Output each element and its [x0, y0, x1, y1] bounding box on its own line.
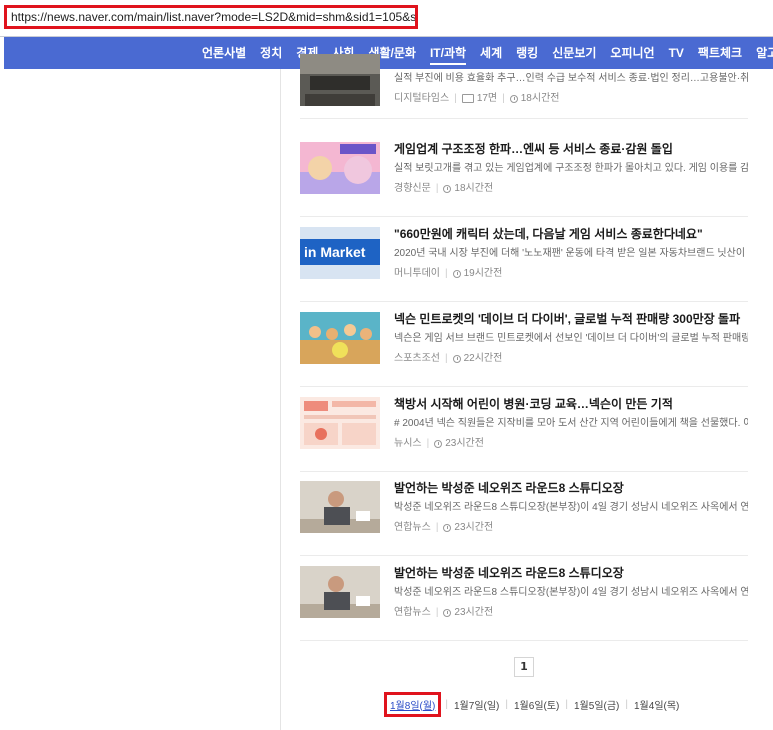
article-item[interactable]: 넥슨 민트로켓의 '데이브 더 다이버', 글로벌 누적 판매량 300만장 돌… [300, 312, 748, 387]
article-title[interactable]: 책방서 시작해 어린이 병원·코딩 교육…넥슨이 만든 기적 [394, 397, 748, 411]
article-time: 22시간전 [463, 353, 503, 364]
article-source[interactable]: 뉴시스 [394, 437, 422, 450]
article-item[interactable]: 게임업계 구조조정 한파…엔씨 등 서비스 종료·감원 돌입실적 보릿고개를 겪… [300, 142, 748, 217]
article-lede[interactable]: 넥슨은 게임 서브 브랜드 민트로켓에서 선보인 '데이브 더 다이버'의 글로… [394, 332, 748, 345]
article-thumbnail[interactable] [300, 481, 380, 533]
clock-icon [443, 184, 452, 193]
clock-icon [434, 439, 443, 448]
article-time: 23시간전 [454, 607, 494, 618]
clock-icon [443, 608, 452, 617]
nav-item[interactable]: 정치 [260, 37, 282, 69]
article-meta: 연합뉴스 | 23시간전 [394, 606, 493, 619]
article-lede[interactable]: # 2004년 넥슨 직원들은 지작비를 모아 도서 산간 지역 어린이들에게 … [394, 417, 748, 430]
article-source[interactable]: 연합뉴스 [394, 606, 431, 619]
article-meta: 스포츠조선 | 22시간전 [394, 352, 502, 365]
article-lede[interactable]: 실적 보릿고개를 겪고 있는 게임업계에 구조조정 한파가 몰아치고 있다. 게… [394, 162, 748, 175]
article-thumbnail[interactable] [300, 566, 380, 618]
article-time: 18시간전 [454, 183, 494, 194]
nav-item[interactable]: 언론사별 [202, 37, 246, 69]
meta-divider: | [435, 607, 439, 618]
article-title[interactable]: 발언하는 박성준 네오위즈 라운드8 스튜디오장 [394, 481, 748, 495]
article-meta: 머니투데이 | 19시간전 [394, 267, 502, 280]
article-item[interactable]: 책방서 시작해 어린이 병원·코딩 교육…넥슨이 만든 기적 # 2004년 넥슨… [300, 397, 748, 472]
article-meta: 연합뉴스 | 23시간전 [394, 521, 493, 534]
meta-divider: | [435, 183, 439, 194]
article-source[interactable]: 머니투데이 [394, 267, 440, 280]
meta-divider: | [445, 353, 448, 364]
nav-item[interactable]: 알고 [756, 37, 773, 69]
article-lede[interactable]: 2020년 국내 시장 부진에 더해 '노노재팬' 운동에 타격 받은 일본 자… [394, 247, 748, 260]
column-divider [280, 69, 281, 730]
article-time: 23시간전 [454, 522, 494, 533]
newspaper-icon [461, 94, 474, 103]
article-thumbnail[interactable] [300, 397, 380, 449]
article-thumbnail[interactable] [300, 54, 380, 106]
article-item[interactable]: 발언하는 박성준 네오위즈 라운드8 스튜디오장박성준 네오위즈 라운드8 스튜… [300, 481, 748, 556]
article-lede[interactable]: 박성준 네오위즈 라운드8 스튜디오장(본부장)이 4일 경기 성남시 네오위즈… [394, 586, 748, 599]
article-source[interactable]: 경향신문 [394, 182, 431, 195]
date-link[interactable]: 1월4일(목) [628, 697, 685, 712]
article-lede[interactable]: 박성준 네오위즈 라운드8 스튜디오장(본부장)이 4일 경기 성남시 네오위즈… [394, 501, 748, 514]
browser-address-bar: https://news.naver.com/main/list.naver?m… [0, 0, 773, 37]
meta-divider: | [502, 93, 505, 104]
article-meta: 뉴시스 | 23시간전 [394, 437, 484, 450]
meta-divider: | [445, 268, 448, 279]
article-item[interactable]: 실적 부진에 비용 효율화 추구…인력 수급 보수적 서비스 종료·법인 정리…… [300, 54, 748, 119]
article-thumbnail[interactable] [300, 312, 380, 364]
thumbnail-text: in Market [304, 244, 366, 260]
article-meta: 경향신문 | 18시간전 [394, 182, 493, 195]
clock-icon [509, 94, 518, 103]
date-link[interactable]: 1월7일(일) [448, 697, 505, 712]
article-page-info: 17면 [476, 93, 498, 104]
article-time: 23시간전 [445, 438, 484, 449]
article-item[interactable]: 발언하는 박성준 네오위즈 라운드8 스튜디오장박성준 네오위즈 라운드8 스튜… [300, 566, 748, 641]
article-lede[interactable]: 실적 부진에 비용 효율화 추구…인력 수급 보수적 서비스 종료·법인 정리…… [394, 72, 748, 85]
article-thumbnail[interactable] [300, 142, 380, 194]
article-meta: 디지털타임스 | 17면 | 18시간전 [394, 92, 559, 105]
clock-icon [443, 523, 452, 532]
article-title[interactable]: 게임업계 구조조정 한파…엔씨 등 서비스 종료·감원 돌입 [394, 142, 748, 156]
meta-divider: | [435, 522, 439, 533]
meta-divider: | [454, 93, 457, 104]
article-item[interactable]: in Market "660만원에 캐릭터 샀는데, 다음날 게임 서비스 종료한… [300, 227, 748, 302]
meta-divider: | [426, 438, 430, 449]
article-title[interactable]: 발언하는 박성준 네오위즈 라운드8 스튜디오장 [394, 566, 748, 580]
article-time: 19시간전 [463, 268, 503, 279]
date-link-current[interactable]: 1월8일(월) [384, 691, 442, 717]
url-input[interactable]: https://news.naver.com/main/list.naver?m… [4, 5, 418, 29]
page-number-current[interactable]: 1 [514, 657, 534, 677]
date-link[interactable]: 1월5일(금) [568, 697, 625, 712]
date-link[interactable]: 1월6일(토) [508, 697, 565, 712]
article-thumbnail[interactable]: in Market [300, 227, 380, 279]
article-source[interactable]: 스포츠조선 [394, 352, 440, 365]
article-title[interactable]: "660만원에 캐릭터 샀는데, 다음날 게임 서비스 종료한다네요" [394, 227, 748, 241]
clock-icon [452, 269, 461, 278]
article-source[interactable]: 디지털타임스 [394, 92, 449, 105]
article-title[interactable]: 넥슨 민트로켓의 '데이브 더 다이버', 글로벌 누적 판매량 300만장 돌… [394, 312, 748, 326]
date-navigation: 1월8일(월) | 1월7일(일) | 1월6일(토) | 1월5일(금) | 1월4일(목) [384, 691, 685, 717]
article-time: 18시간전 [520, 93, 560, 104]
article-source[interactable]: 연합뉴스 [394, 521, 431, 534]
clock-icon [452, 354, 461, 363]
